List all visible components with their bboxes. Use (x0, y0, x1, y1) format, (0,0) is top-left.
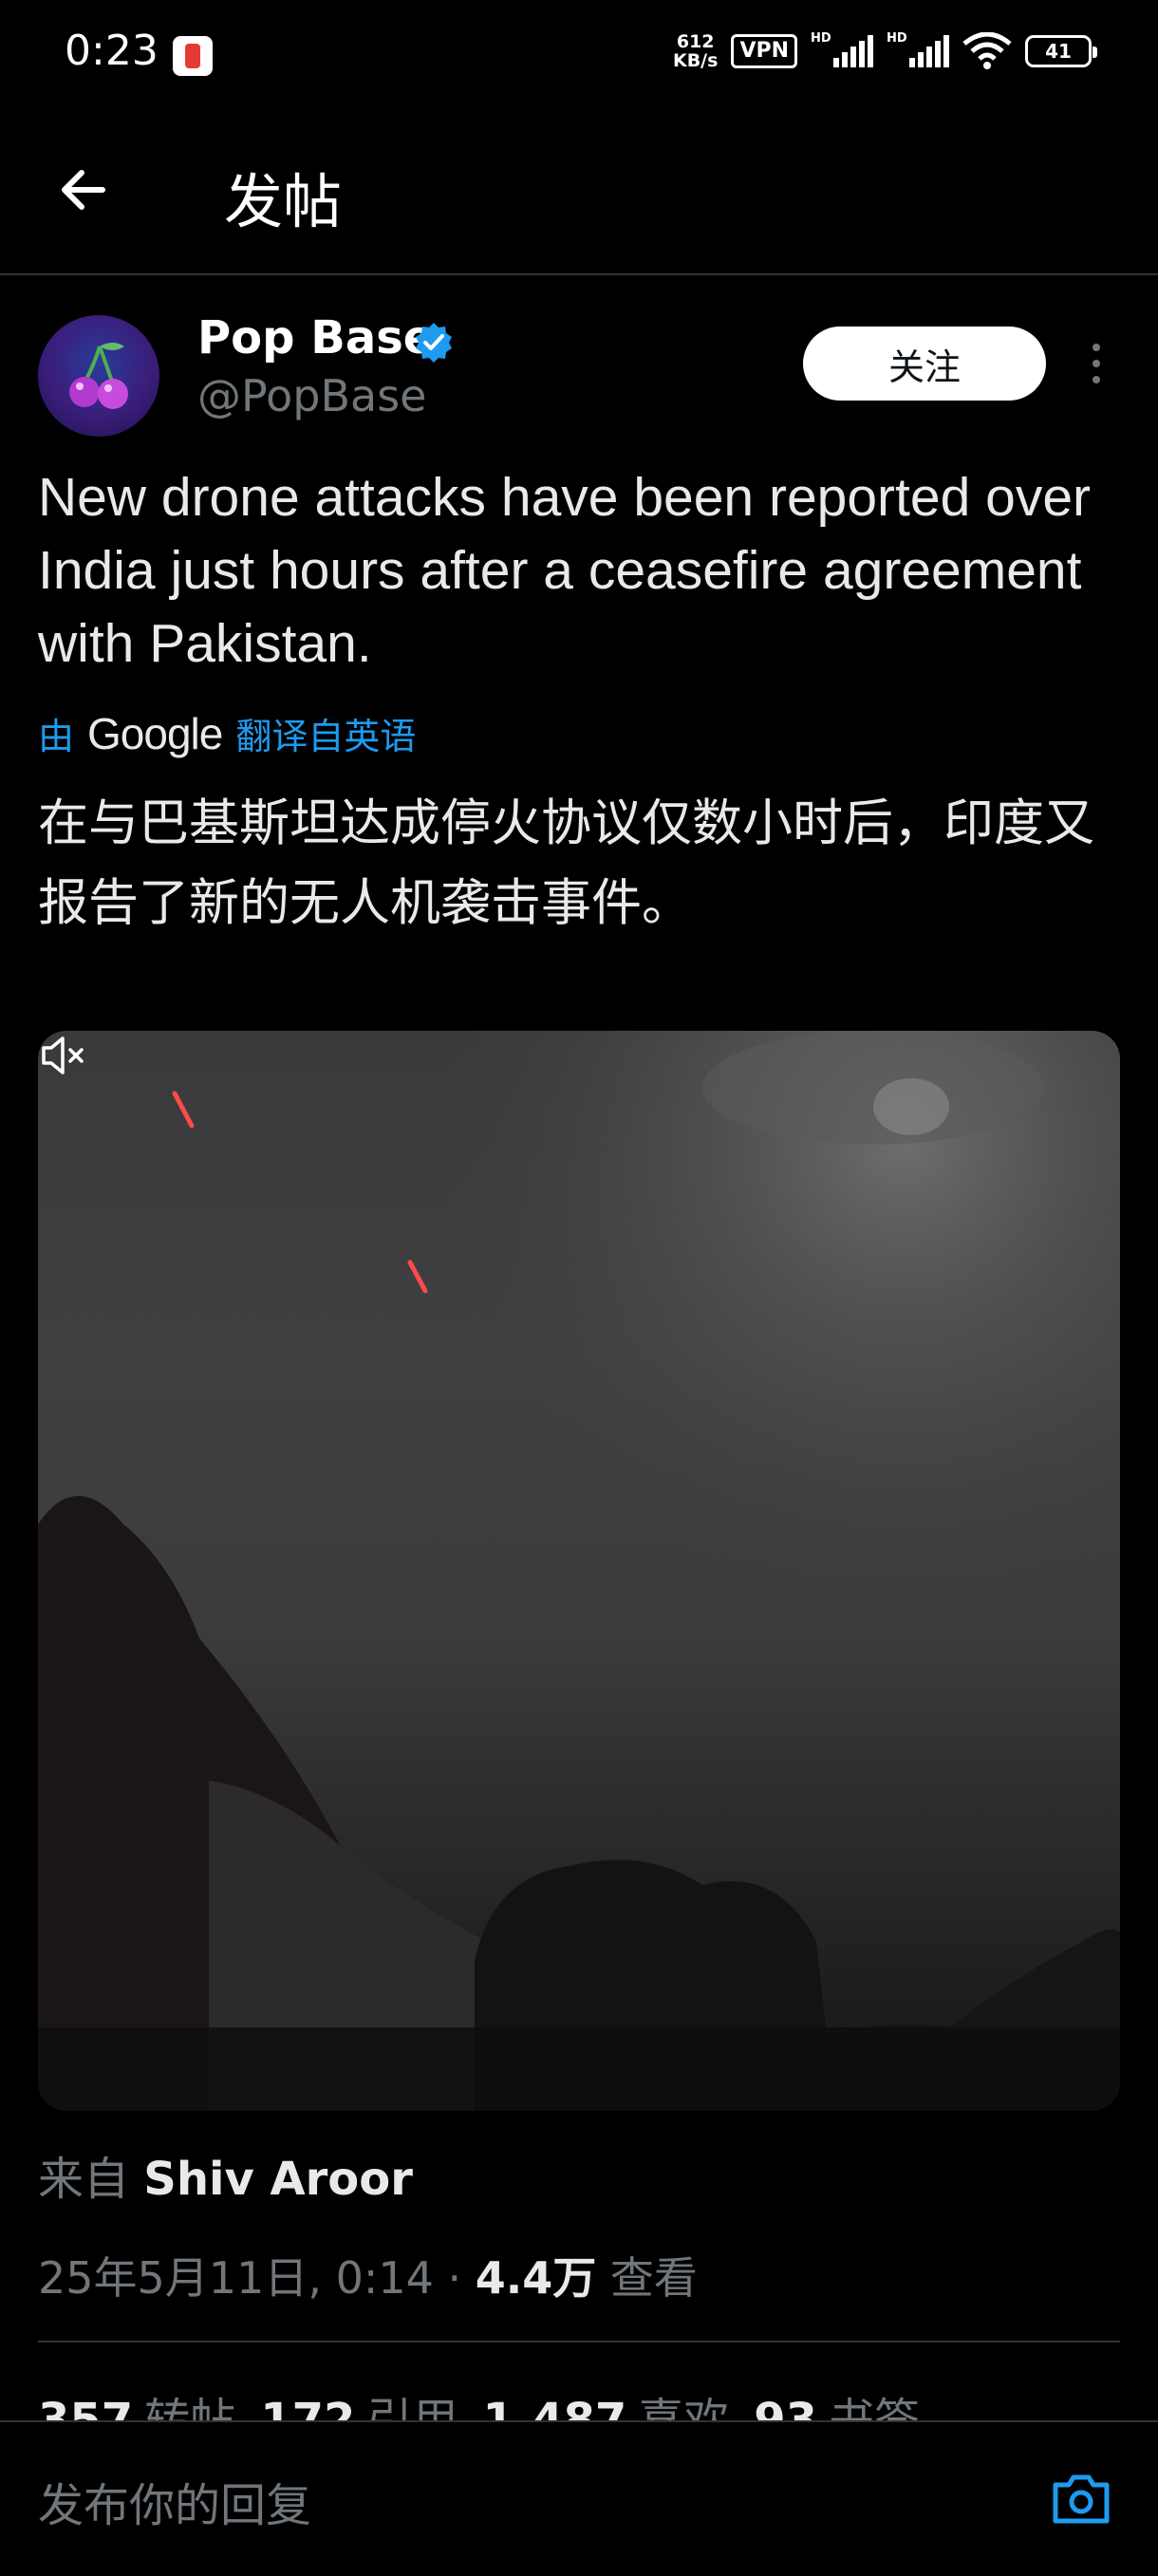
post-text: New drone attacks have been reported ove… (38, 467, 1091, 674)
translation-attribution[interactable]: 由 Google 翻译自英语 (38, 707, 416, 759)
post-datetime: 25年5月11日, 0:14 · 4.4万 查看 (38, 2252, 698, 2304)
arrow-left-icon[interactable] (55, 161, 112, 218)
translated-text: 在与巴基斯坦达成停火协议仅数小时后，印度又报告了新的无人机袭击事件。 (38, 794, 1094, 932)
more-options-icon[interactable] (1082, 340, 1111, 387)
views-count: 4.4万 (475, 2252, 597, 2304)
translate-suffix: 翻译自英语 (235, 716, 417, 757)
status-icons: 612 KB/s VPN HD HD 41 (672, 31, 1097, 71)
battery-icon: 41 (1025, 35, 1097, 67)
status-time: 0:23 (65, 27, 159, 75)
network-speed: 612 KB/s (672, 31, 719, 71)
notification-app-icon (173, 36, 213, 76)
meta-divider (38, 2341, 1120, 2343)
cherry-logo-icon (69, 343, 128, 409)
source-author-link[interactable]: Shiv Aroor (143, 2153, 413, 2206)
mute-icon[interactable] (38, 1031, 87, 1080)
follow-button[interactable]: 关注 (803, 327, 1046, 401)
reply-input[interactable]: 发布你的回复 (38, 2468, 311, 2534)
header-divider (0, 273, 1158, 275)
author-name[interactable]: Pop Base (197, 311, 434, 364)
google-logo: Google (87, 708, 223, 758)
page-title: 发帖 (224, 167, 343, 236)
avatar[interactable] (38, 315, 159, 437)
verified-badge-icon (416, 323, 452, 363)
video-frame (38, 1031, 1120, 2111)
video-player[interactable] (38, 1031, 1120, 2111)
translate-prefix: 由 (38, 716, 75, 757)
signal-icon-2: HD (887, 31, 949, 67)
author-handle[interactable]: @PopBase (197, 370, 426, 421)
video-source: 来自 Shiv Aroor (38, 2153, 413, 2206)
camera-icon[interactable] (1050, 2470, 1112, 2527)
wifi-icon (962, 32, 1012, 69)
vpn-icon: VPN (731, 34, 797, 68)
signal-icon: HD (811, 31, 873, 67)
